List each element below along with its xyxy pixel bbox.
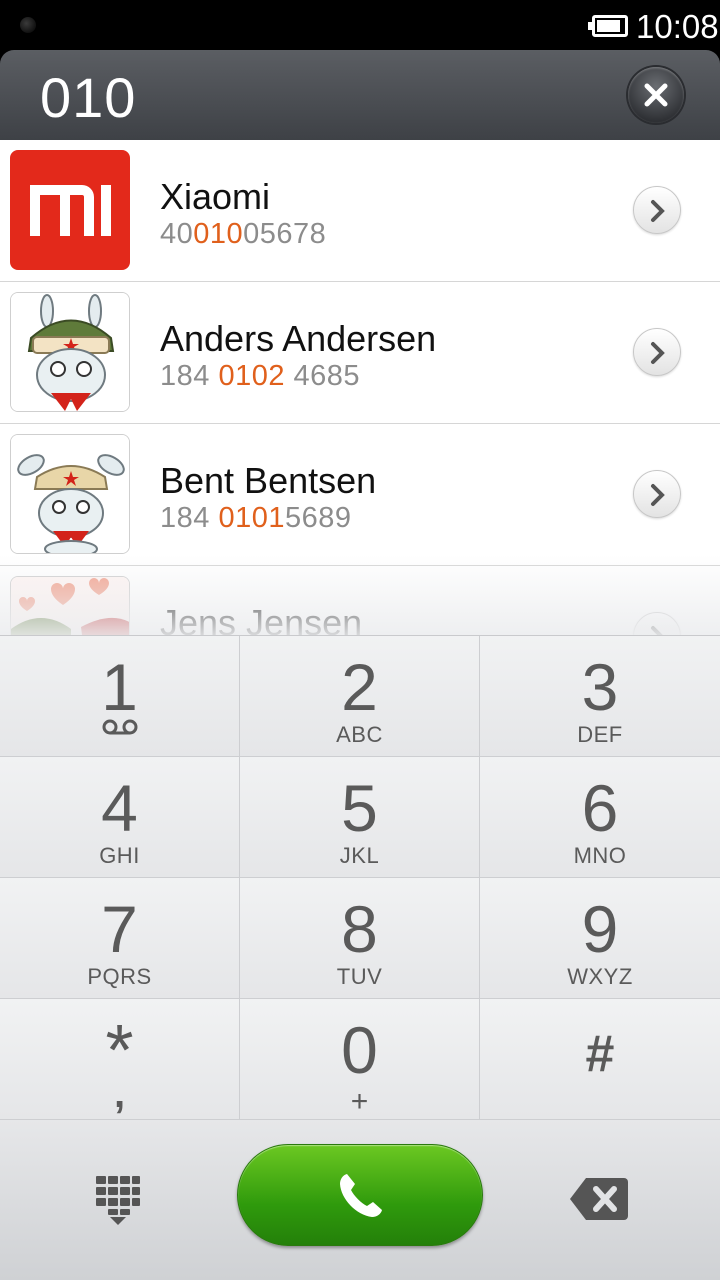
chevron-right-icon [651,484,665,506]
key-digit: 1 [101,650,138,724]
bunny-avatar-icon [11,435,129,553]
contact-name: Anders Andersen [160,318,437,359]
backspace-icon [570,1178,628,1220]
call-button[interactable] [237,1144,483,1246]
close-icon [644,83,668,107]
dialer-action-bar [0,1120,720,1280]
key-digit: 6 [581,771,619,845]
key-digit: 7 [101,892,138,966]
key-letters: MNO [573,843,627,868]
status-bar: 10:08 [0,0,720,50]
key-digit: 3 [581,650,619,724]
key-digit: 9 [581,892,619,966]
status-time: 10:08 [636,8,719,45]
dialed-number: 010 [40,66,137,129]
dialpad-toggle-button[interactable] [94,1174,142,1226]
contact-detail-button[interactable] [633,186,681,234]
dial-keypad: 1 2 ABC 3 DEF 4 GHI 5 JKL 6 MNO 7 PQRS 8… [0,635,720,1120]
avatar [10,292,130,412]
key-hash[interactable]: # [480,999,720,1120]
contact-name: Jens Jensen [160,602,363,635]
key-1[interactable]: 1 [0,636,240,757]
key-letters: JKL [339,843,380,868]
key-letters: WXYZ [567,964,633,989]
contact-row[interactable]: Xiaomi 4001005678 [0,140,720,282]
avatar [10,576,130,635]
contact-number: 184 0102 4685 [160,360,361,392]
key-9[interactable]: 9 WXYZ [480,878,720,999]
avatar [10,150,130,270]
key-digit: 5 [341,771,378,845]
chevron-right-icon [651,626,663,635]
contact-list[interactable]: Xiaomi 4001005678 Anders Andersen 184 01… [0,140,720,635]
key-0[interactable]: 0 + [240,999,480,1120]
contact-detail-button[interactable] [633,328,681,376]
key-4[interactable]: 4 GHI [0,757,240,878]
bunny-hearts-avatar-icon [11,577,129,635]
key-6[interactable]: 6 MNO [480,757,720,878]
clear-button[interactable] [628,67,684,123]
bunny-avatar-icon [11,293,129,411]
key-digit: 0 [341,1013,378,1087]
key-star[interactable]: * , [0,999,240,1120]
dialpad-toggle-icon [96,1176,140,1225]
key-letters: ABC [336,722,383,747]
battery-icon [588,15,628,37]
key-digit: 8 [341,892,378,966]
key-letters: DEF [577,722,623,747]
key-digit: # [585,1025,615,1083]
dial-header: 010 [0,50,720,140]
avatar [10,434,130,554]
voicemail-icon [102,719,137,735]
contact-name: Xiaomi [160,176,271,217]
contact-number: 184 01015689 [160,502,352,534]
key-letters: GHI [99,843,140,868]
contact-row[interactable]: Anders Andersen 184 0102 4685 [0,282,720,424]
battery-level-fill [597,20,620,32]
contact-name: Bent Bentsen [160,460,377,501]
contact-row[interactable]: Bent Bentsen 184 01015689 [0,424,720,566]
key-digit: 4 [101,771,138,845]
key-letters: , [113,1072,126,1116]
chevron-right-icon [651,342,665,364]
front-camera [20,17,36,33]
key-letters: + [350,1085,369,1118]
contact-row[interactable]: Jens Jensen [0,566,720,635]
contact-detail-button[interactable] [633,470,681,518]
contact-detail-button[interactable] [633,612,681,635]
key-8[interactable]: 8 TUV [240,878,480,999]
key-letters: TUV [336,964,383,989]
key-5[interactable]: 5 JKL [240,757,480,878]
key-digit: 2 [341,650,378,724]
key-3[interactable]: 3 DEF [480,636,720,757]
backspace-button[interactable] [568,1176,630,1222]
phone-icon [340,1174,382,1217]
key-2[interactable]: 2 ABC [240,636,480,757]
key-letters: PQRS [87,964,152,989]
chevron-right-icon [651,200,665,222]
mi-logo-icon [10,150,130,270]
contact-number: 4001005678 [160,218,327,250]
key-7[interactable]: 7 PQRS [0,878,240,999]
